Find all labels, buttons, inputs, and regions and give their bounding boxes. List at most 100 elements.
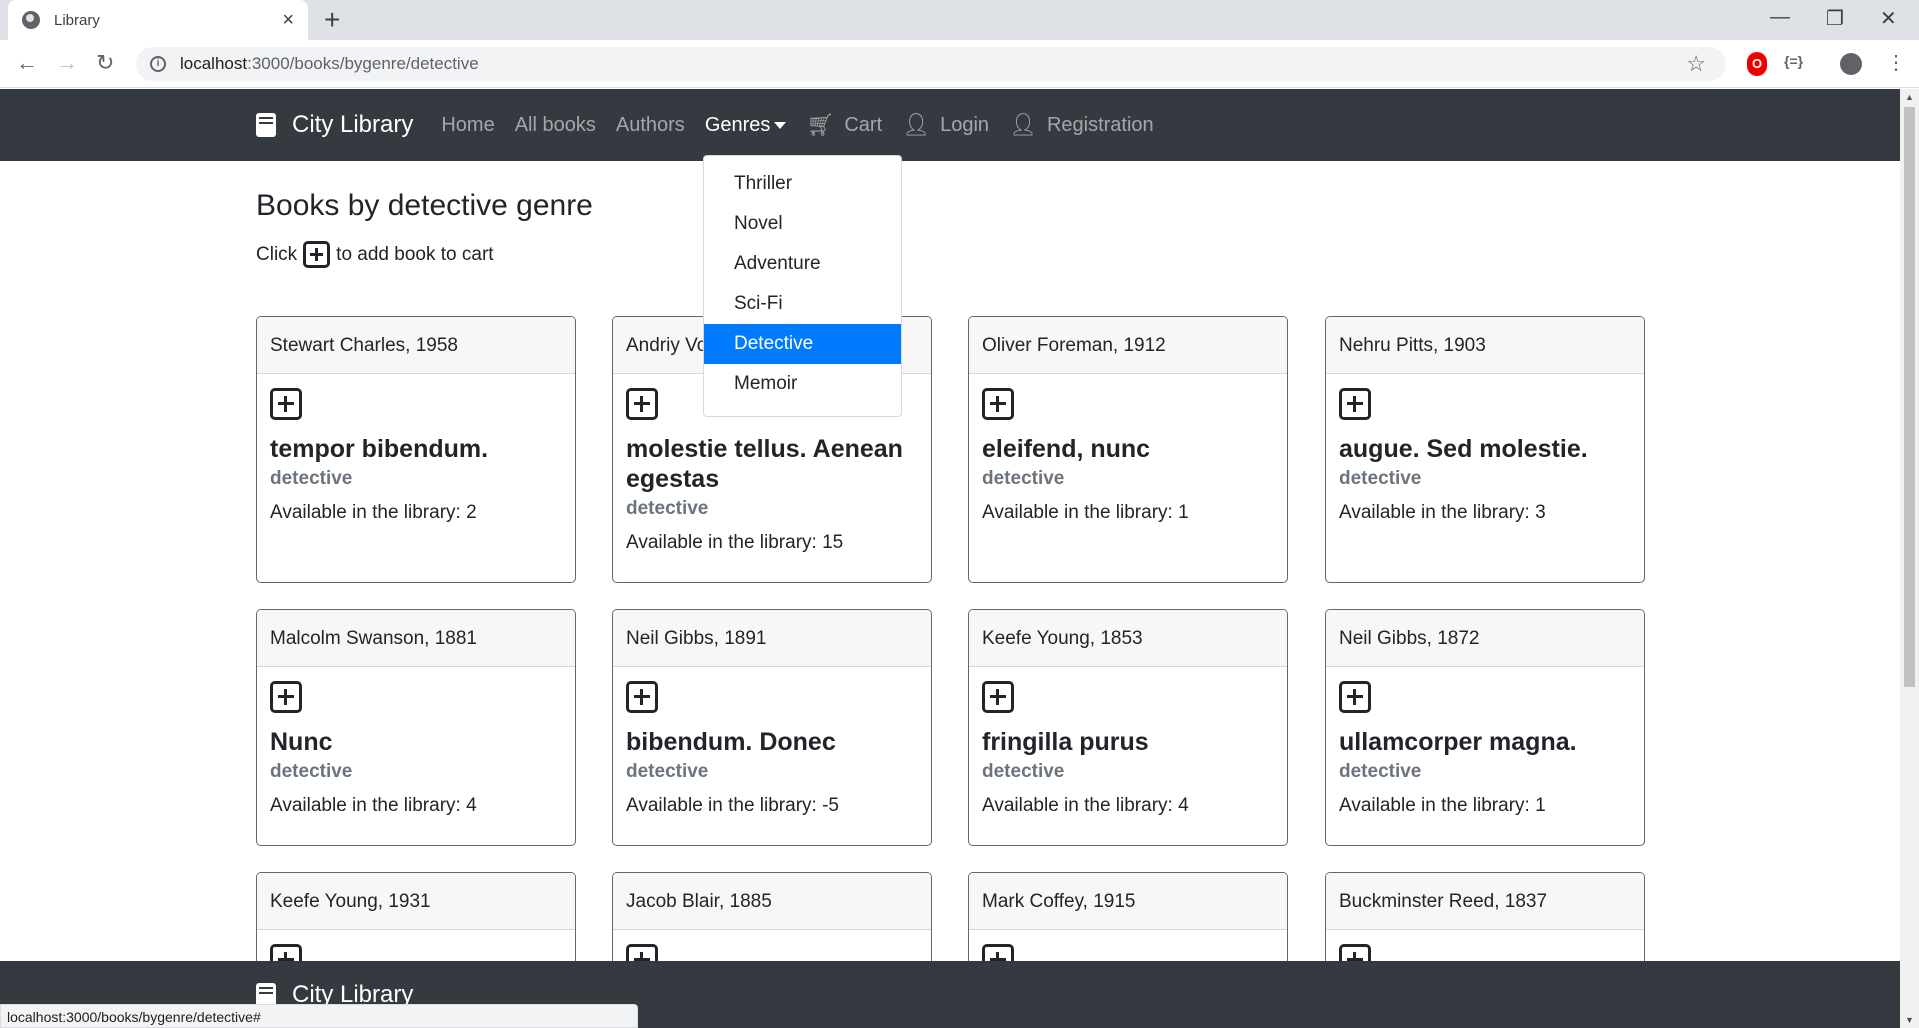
book-genre: detective [1339,468,1422,489]
scrollbar-thumb[interactable] [1904,107,1915,687]
caret-down-icon [774,121,787,129]
book-availability: Available in the library: 15 [626,532,844,553]
book-card: Stewart Charles, 1958 tempor bibendum. det… [256,316,576,583]
book-title: tempor bibendum. [270,435,489,463]
book-author-year: Oliver Foreman, 1912 [969,317,1287,374]
book-title: fringilla purus [982,728,1149,756]
scroll-up-icon[interactable]: ▲ [1905,92,1914,102]
book-icon [256,113,276,137]
page-title: Books by detective genre [256,189,593,222]
nav-home[interactable]: Home [441,114,494,137]
book-author-year: Mark Coffey, 1915 [969,873,1287,930]
address-bar-row: ← → ↻ i localhost:3000/books/bygenre/det… [0,40,1919,88]
book-author-year: Nehru Pitts, 1903 [1326,317,1644,374]
minimize-icon[interactable]: — [1770,6,1790,29]
hint-suffix: to add book to cart [336,243,494,265]
reload-icon[interactable]: ↻ [96,50,114,76]
book-title: eleifend, nunc [982,435,1151,463]
book-genre: detective [626,761,709,782]
book-author-year: Keefe Young, 1853 [969,610,1287,667]
add-to-cart-icon[interactable] [270,388,302,420]
genres-dropdown-menu: Thriller Novel Adventure Sci-Fi Detectiv… [703,155,902,417]
browser-tab[interactable]: Library × [8,0,308,40]
browser-tab-strip: Library × + — ❐ ✕ [0,0,1919,40]
book-author-year: Stewart Charles, 1958 [257,317,575,374]
add-to-cart-icon[interactable] [626,681,658,713]
book-genre: detective [626,498,709,519]
add-to-cart-icon[interactable] [982,388,1014,420]
bookmark-star-icon[interactable]: ☆ [1686,51,1706,77]
url-host: localhost [180,54,248,73]
page-scrollbar[interactable]: ▲ ▼ [1900,89,1919,1028]
dropdown-item-thriller[interactable]: Thriller [704,164,901,204]
book-availability: Available in the library: 4 [270,795,477,816]
dropdown-item-adventure[interactable]: Adventure [704,244,901,284]
book-author-year: Buckminster Reed, 1837 [1326,873,1644,930]
book-author-year: Neil Gibbs, 1872 [1326,610,1644,667]
nav-login[interactable]: 👤︎ Login [902,112,989,138]
book-card-body: Nunc detective Available in the library: 4 [257,667,575,829]
json-extension-icon[interactable]: {=} [1784,53,1803,69]
restore-icon[interactable]: ❐ [1826,6,1844,31]
nav-authors[interactable]: Authors [616,114,685,137]
opera-extension-icon[interactable]: O [1747,52,1767,76]
tab-title: Library [54,11,100,29]
book-author-year: Neil Gibbs, 1891 [613,610,931,667]
book-card-body: tempor bibendum. detective Available in th… [257,374,575,536]
book-author-year: Keefe Young, 1931 [257,873,575,930]
new-tab-icon[interactable]: + [324,4,340,36]
book-availability: Available in the library: 1 [1339,795,1546,816]
book-author-year: Malcolm Swanson, 1881 [257,610,575,667]
book-availability: Available in the library: 1 [982,502,1189,523]
nav-login-label: Login [940,113,990,136]
brand-label: City Library [292,111,414,138]
nav-cart[interactable]: 🛒︎ Cart [806,112,882,138]
book-title: augue. Sed molestie. [1339,435,1588,463]
book-card-body: eleifend, nunc detective Available in the … [969,374,1287,536]
add-to-cart-icon[interactable] [982,681,1014,713]
nav-genres[interactable]: Genres [705,114,787,137]
nav-cart-label: Cart [844,113,883,136]
add-to-cart-icon[interactable] [270,681,302,713]
nav-registration[interactable]: 👤︎ Registration [1009,112,1154,138]
dropdown-item-detective[interactable]: Detective [704,324,901,364]
book-card: Keefe Young, 1853 fringilla purus detectiv… [968,609,1288,846]
site-navbar: City Library Home All books Authors Genr… [0,89,1900,161]
book-card-body: augue. Sed molestie. detective Available i… [1326,374,1644,536]
book-availability: Available in the library: -5 [626,795,839,816]
profile-icon[interactable] [1840,53,1862,75]
dropdown-item-memoir[interactable]: Memoir [704,364,901,404]
book-card: Malcolm Swanson, 1881 Nunc detective Availa… [256,609,576,846]
info-icon[interactable]: i [150,56,166,72]
forward-icon[interactable]: → [56,50,78,76]
globe-icon [22,11,40,29]
menu-icon[interactable]: ⋮ [1886,50,1906,75]
dropdown-item-novel[interactable]: Novel [704,204,901,244]
add-to-cart-icon[interactable] [1339,388,1371,420]
add-hint: Click to add book to cart [256,241,494,268]
book-genre: detective [270,761,353,782]
close-window-icon[interactable]: ✕ [1880,6,1897,31]
add-to-cart-icon[interactable] [1339,681,1371,713]
add-to-cart-icon[interactable] [626,388,658,420]
nav-all-books[interactable]: All books [515,114,596,137]
nav-genres-label: Genres [704,113,771,136]
book-card: Neil Gibbs, 1891 bibendum. Donec detective… [612,609,932,846]
book-genre: detective [982,468,1065,489]
book-card-body: fringilla purus detective Available in the… [969,667,1287,829]
cart-icon: 🛒︎ [806,112,835,137]
dropdown-item-sci-fi[interactable]: Sci-Fi [704,284,901,324]
book-title: bibendum. Donec [626,728,836,756]
book-genre: detective [270,468,353,489]
scroll-down-icon[interactable]: ▼ [1905,1015,1914,1025]
url-field[interactable]: i localhost:3000/books/bygenre/detective… [136,47,1726,81]
back-icon[interactable]: ← [16,50,38,76]
book-availability: Available in the library: 4 [982,795,1189,816]
close-tab-icon[interactable]: × [282,9,294,32]
book-genre: detective [982,761,1065,782]
hint-prefix: Click [256,243,298,265]
brand-link[interactable]: City Library [256,111,413,139]
nav-registration-label: Registration [1046,113,1154,136]
page-viewport: City Library Home All books Authors Genr… [0,89,1900,1028]
plus-square-icon [303,241,331,268]
